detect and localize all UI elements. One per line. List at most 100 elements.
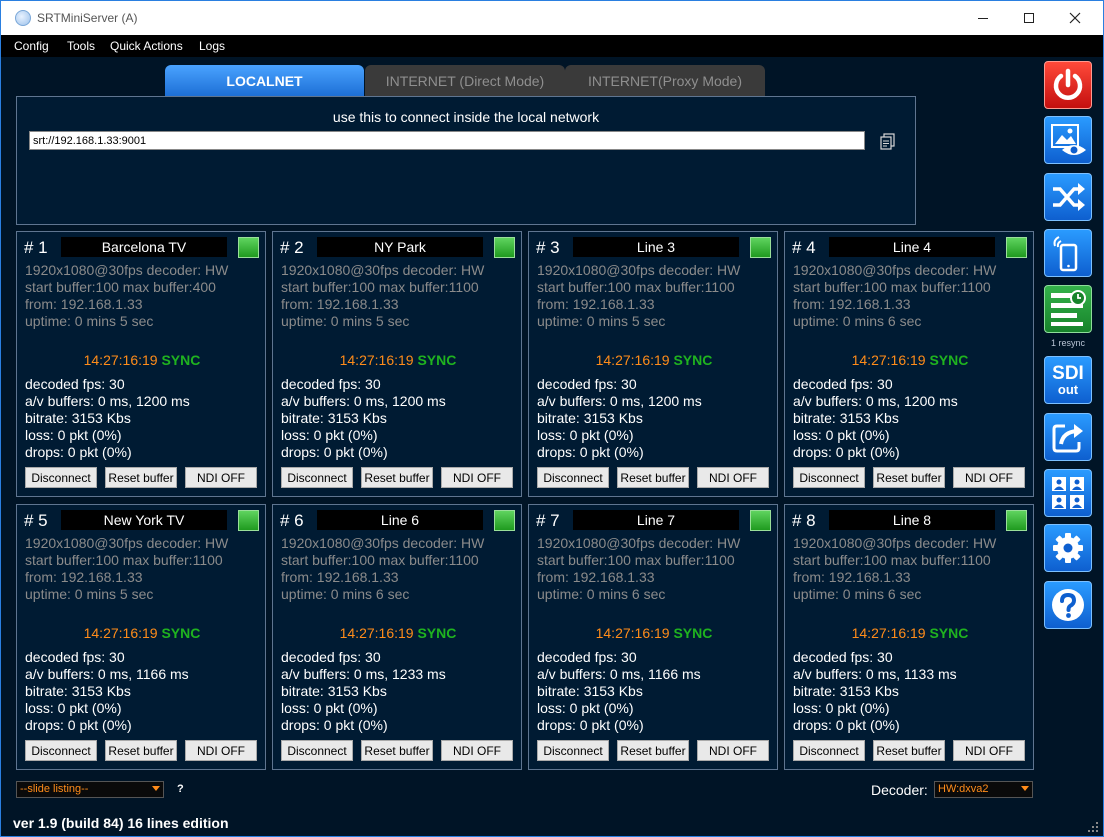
line-source: from: 192.168.1.33 — [25, 296, 143, 312]
status-led-icon — [238, 510, 259, 531]
slide-help-link[interactable]: ? — [177, 783, 184, 795]
decoder-value: HW:dxva2 — [938, 783, 989, 795]
menu-config[interactable]: Config — [14, 39, 49, 53]
status-led-icon — [494, 510, 515, 531]
line-source: from: 192.168.1.33 — [537, 296, 655, 312]
srt-url-field[interactable] — [29, 131, 865, 150]
line-source: from: 192.168.1.33 — [281, 569, 399, 585]
shuffle-button[interactable] — [1044, 173, 1092, 221]
line-source: from: 192.168.1.33 — [281, 296, 399, 312]
decoded-fps: decoded fps: 30 — [793, 649, 893, 665]
line-timecode: 14:27:16:19 SYNC — [273, 352, 523, 368]
disconnect-button[interactable]: Disconnect — [793, 467, 865, 488]
app-window: SRTMiniServer (A) Config Tools Quick Act… — [0, 0, 1104, 837]
close-button[interactable] — [1052, 1, 1098, 35]
users-button[interactable] — [1044, 469, 1092, 517]
bitrate: bitrate: 3153 Kbs — [537, 410, 643, 426]
line-name[interactable]: New York TV — [61, 510, 227, 530]
decoder-select[interactable]: HW:dxva2 — [934, 781, 1033, 798]
reset-buffer-button[interactable]: Reset buffer — [105, 740, 177, 761]
line-buffer-config: start buffer:100 max buffer:1100 — [537, 279, 735, 295]
sdi-out-button[interactable]: SDI out — [1044, 356, 1092, 404]
bitrate: bitrate: 3153 Kbs — [25, 683, 131, 699]
resize-grip-icon[interactable] — [1087, 821, 1099, 833]
line-card: # 5 New York TV 1920x1080@30fps decoder: H… — [16, 504, 266, 770]
reset-buffer-button[interactable]: Reset buffer — [873, 740, 945, 761]
reset-buffer-button[interactable]: Reset buffer — [873, 467, 945, 488]
reset-buffer-button[interactable]: Reset buffer — [105, 467, 177, 488]
ndi-toggle-button[interactable]: NDI OFF — [441, 740, 513, 761]
disconnect-button[interactable]: Disconnect — [25, 467, 97, 488]
timecode-value: 14:27:16:19 — [595, 625, 670, 641]
menu-tools[interactable]: Tools — [67, 39, 95, 53]
line-card: # 1 Barcelona TV 1920x1080@30fps decoder: … — [16, 231, 266, 497]
power-button[interactable] — [1044, 61, 1092, 109]
line-name[interactable]: NY Park — [317, 237, 483, 257]
disconnect-button[interactable]: Disconnect — [25, 740, 97, 761]
ndi-toggle-button[interactable]: NDI OFF — [953, 467, 1025, 488]
reset-buffer-button[interactable]: Reset buffer — [361, 740, 433, 761]
disconnect-button[interactable]: Disconnect — [537, 740, 609, 761]
maximize-button[interactable] — [1006, 1, 1052, 35]
disconnect-button[interactable]: Disconnect — [281, 740, 353, 761]
status-led-icon — [750, 237, 771, 258]
packet-drops: drops: 0 pkt (0%) — [793, 717, 900, 733]
ndi-toggle-button[interactable]: NDI OFF — [697, 467, 769, 488]
line-name[interactable]: Line 3 — [573, 237, 739, 257]
share-button[interactable] — [1044, 413, 1092, 461]
sync-status: SYNC — [161, 625, 201, 641]
schedule-icon — [1051, 290, 1086, 326]
schedule-button[interactable] — [1044, 285, 1092, 333]
mobile-button[interactable] — [1044, 229, 1092, 277]
tab-localnet[interactable]: LOCALNET — [165, 65, 364, 96]
line-timecode: 14:27:16:19 SYNC — [785, 352, 1035, 368]
ndi-toggle-button[interactable]: NDI OFF — [697, 740, 769, 761]
preview-button[interactable] — [1044, 116, 1092, 164]
av-buffers: a/v buffers: 0 ms, 1200 ms — [537, 393, 702, 409]
resync-count: 1 resync — [1050, 338, 1085, 348]
tab-internet-proxy[interactable]: INTERNET(Proxy Mode) — [565, 65, 765, 96]
line-name[interactable]: Line 4 — [829, 237, 995, 257]
tab-internet-direct[interactable]: INTERNET (Direct Mode) — [365, 65, 565, 96]
line-name[interactable]: Barcelona TV — [61, 237, 227, 257]
line-buffer-config: start buffer:100 max buffer:1100 — [281, 552, 479, 568]
status-led-icon — [750, 510, 771, 531]
line-name[interactable]: Line 7 — [573, 510, 739, 530]
status-led-icon — [1006, 510, 1027, 531]
help-button[interactable] — [1044, 581, 1092, 629]
menu-quick-actions[interactable]: Quick Actions — [110, 39, 183, 53]
line-buffer-config: start buffer:100 max buffer:1100 — [281, 279, 479, 295]
slide-listing-select[interactable]: --slide listing-- — [16, 781, 164, 798]
disconnect-button[interactable]: Disconnect — [281, 467, 353, 488]
version-label: ver 1.9 (build 84) 16 lines edition — [13, 815, 229, 831]
packet-drops: drops: 0 pkt (0%) — [537, 717, 644, 733]
line-format: 1920x1080@30fps decoder: HW — [793, 535, 997, 551]
bitrate: bitrate: 3153 Kbs — [25, 410, 131, 426]
line-card: # 8 Line 8 1920x1080@30fps decoder: HW star… — [784, 504, 1034, 770]
line-format: 1920x1080@30fps decoder: HW — [281, 262, 485, 278]
status-led-icon — [238, 237, 259, 258]
copy-url-button[interactable] — [879, 132, 897, 150]
settings-button[interactable] — [1044, 524, 1092, 572]
ndi-toggle-button[interactable]: NDI OFF — [953, 740, 1025, 761]
ndi-toggle-button[interactable]: NDI OFF — [185, 467, 257, 488]
line-buffer-config: start buffer:100 max buffer:1100 — [25, 552, 223, 568]
line-uptime: uptime: 0 mins 5 sec — [537, 313, 666, 329]
packet-drops: drops: 0 pkt (0%) — [537, 444, 644, 460]
status-led-icon — [494, 237, 515, 258]
line-name[interactable]: Line 6 — [317, 510, 483, 530]
reset-buffer-button[interactable]: Reset buffer — [361, 467, 433, 488]
ndi-toggle-button[interactable]: NDI OFF — [185, 740, 257, 761]
reset-buffer-button[interactable]: Reset buffer — [617, 467, 689, 488]
sync-status: SYNC — [161, 352, 201, 368]
ndi-toggle-button[interactable]: NDI OFF — [441, 467, 513, 488]
line-card: # 2 NY Park 1920x1080@30fps decoder: HW sta… — [272, 231, 522, 497]
minimize-button[interactable] — [960, 1, 1006, 35]
menu-logs[interactable]: Logs — [199, 39, 225, 53]
line-buffer-config: start buffer:100 max buffer:1100 — [793, 279, 991, 295]
line-name[interactable]: Line 8 — [829, 510, 995, 530]
help-icon — [1052, 589, 1084, 621]
disconnect-button[interactable]: Disconnect — [793, 740, 865, 761]
disconnect-button[interactable]: Disconnect — [537, 467, 609, 488]
reset-buffer-button[interactable]: Reset buffer — [617, 740, 689, 761]
